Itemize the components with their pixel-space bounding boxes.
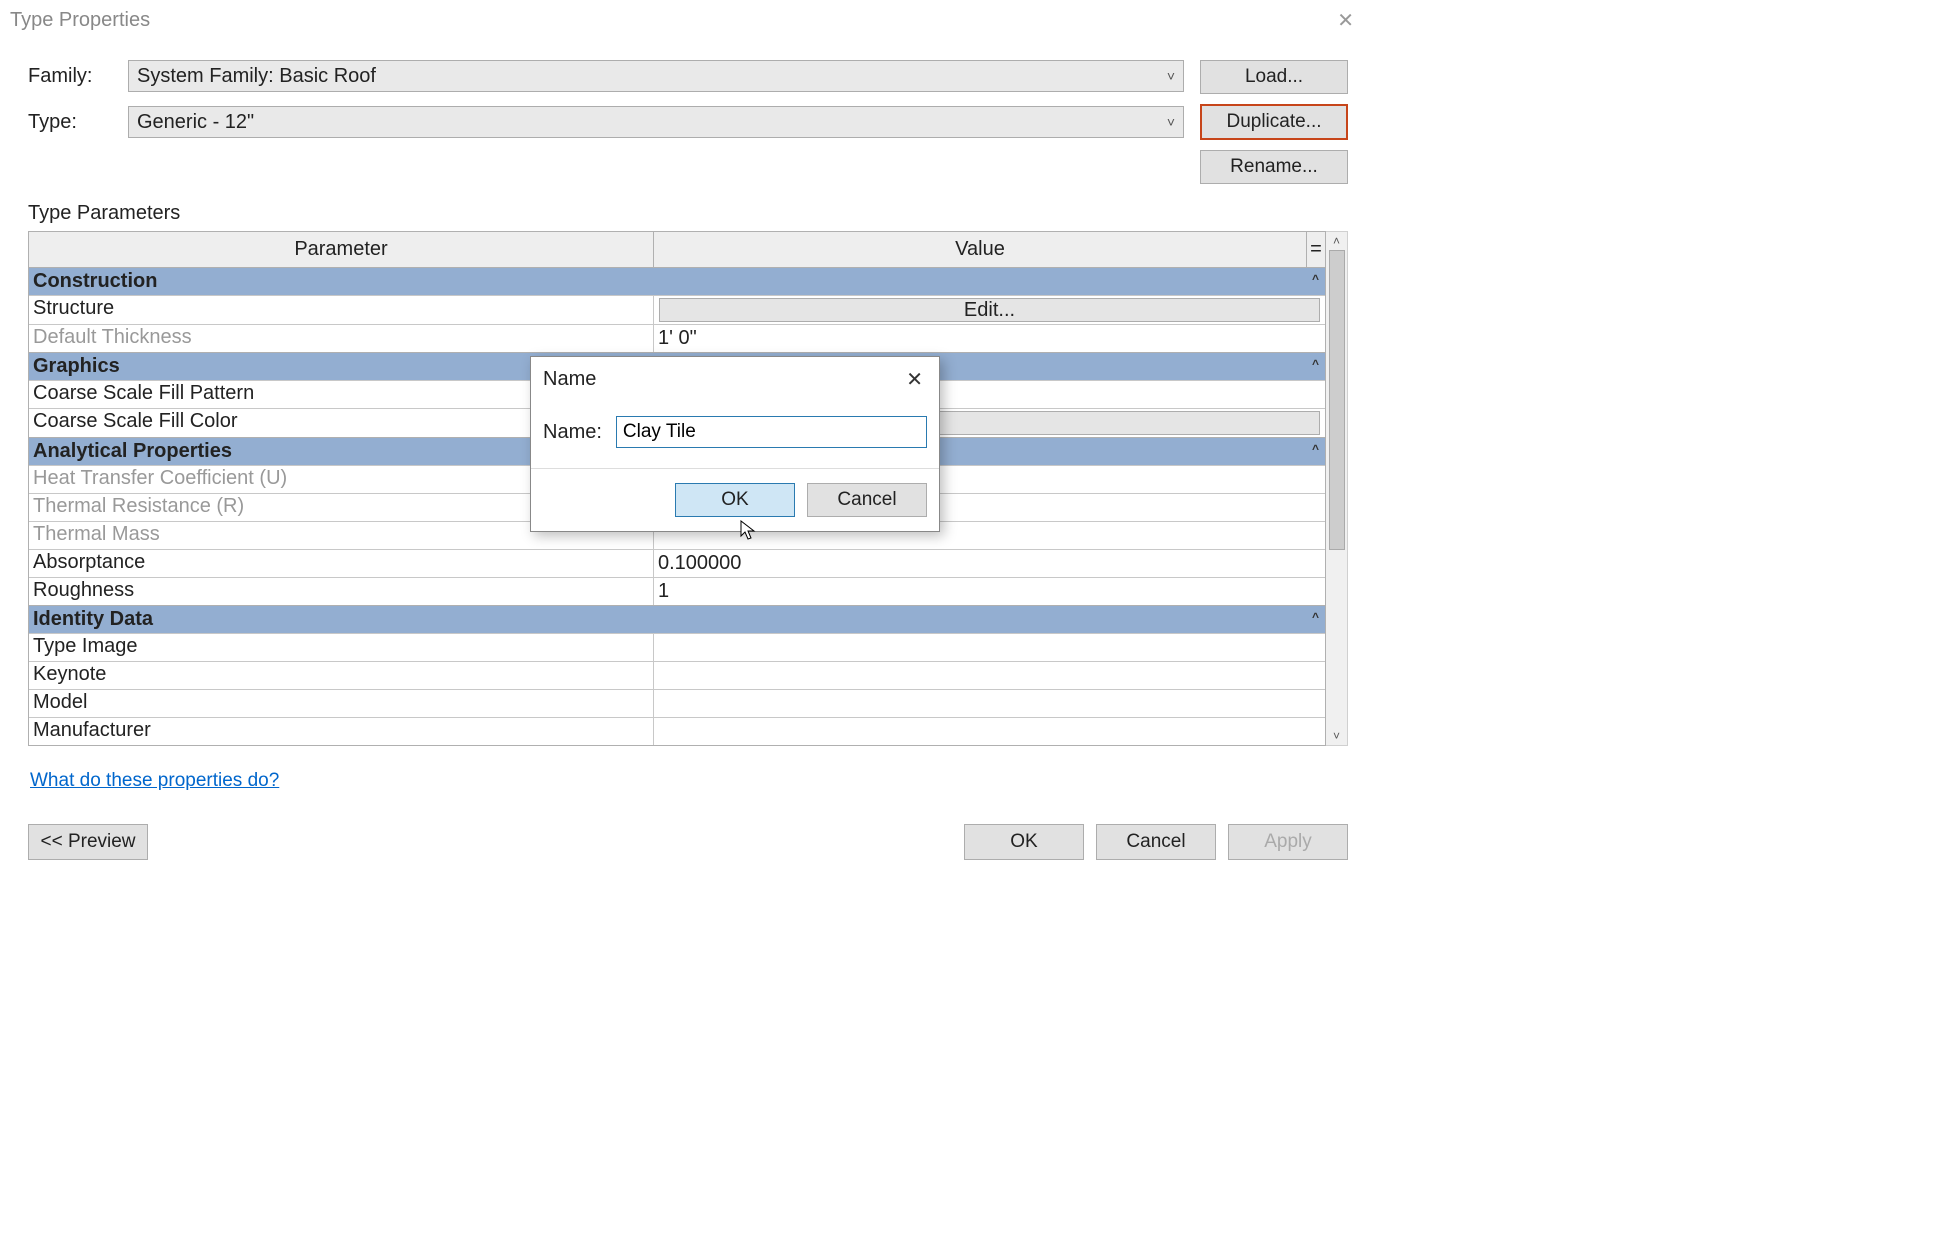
ok-button[interactable]: OK <box>964 824 1084 860</box>
param-name-cell: Default Thickness <box>29 325 654 352</box>
collapse-icon[interactable]: ^ <box>1312 442 1319 456</box>
col-header-parameter[interactable]: Parameter <box>29 232 654 267</box>
name-dialog: Name ✕ Name: OK Cancel <box>530 356 940 532</box>
param-name-cell: Type Image <box>29 634 654 661</box>
scroll-thumb[interactable] <box>1329 250 1345 550</box>
param-name-cell: Roughness <box>29 578 654 605</box>
table-row[interactable]: Manufacturer <box>29 717 1325 745</box>
preview-button[interactable]: << Preview <box>28 824 148 860</box>
family-combo[interactable]: System Family: Basic Roof ˅ <box>128 60 1184 92</box>
family-value: System Family: Basic Roof <box>137 65 376 88</box>
scroll-up-icon[interactable]: ˄ <box>1333 234 1340 248</box>
chevron-down-icon: ˅ <box>1167 68 1175 84</box>
type-value: Generic - 12" <box>137 111 254 134</box>
type-label: Type: <box>28 111 116 134</box>
col-header-value[interactable]: Value <box>654 232 1307 267</box>
close-icon[interactable]: ✕ <box>1329 4 1362 37</box>
name-input[interactable] <box>616 416 927 448</box>
param-value-cell[interactable] <box>654 634 1325 661</box>
cancel-button[interactable]: Cancel <box>1096 824 1216 860</box>
table-row[interactable]: Keynote <box>29 661 1325 689</box>
param-value-cell[interactable]: Edit... <box>654 296 1325 324</box>
table-row[interactable]: Absorptance0.100000 <box>29 549 1325 577</box>
dialog-close-icon[interactable]: ✕ <box>902 367 927 392</box>
param-name-cell: Absorptance <box>29 550 654 577</box>
param-name-cell: Model <box>29 690 654 717</box>
family-label: Family: <box>28 65 116 88</box>
param-value-cell[interactable]: 1' 0" <box>654 325 1325 352</box>
table-row[interactable]: Model <box>29 689 1325 717</box>
param-value-cell[interactable]: 1 <box>654 578 1325 605</box>
param-name-cell: Structure <box>29 296 654 324</box>
col-header-equals[interactable]: = <box>1307 232 1325 267</box>
collapse-icon[interactable]: ^ <box>1312 272 1319 286</box>
collapse-icon[interactable]: ^ <box>1312 357 1319 371</box>
table-row[interactable]: Roughness1 <box>29 577 1325 605</box>
param-value-cell[interactable] <box>654 718 1325 745</box>
load-button[interactable]: Load... <box>1200 60 1348 94</box>
title-bar: Type Properties ✕ <box>0 0 1372 42</box>
help-link[interactable]: What do these properties do? <box>30 770 279 792</box>
vertical-scrollbar[interactable]: ˄ ˅ <box>1326 231 1348 746</box>
param-value-cell[interactable] <box>654 662 1325 689</box>
chevron-down-icon: ˅ <box>1167 114 1175 130</box>
collapse-icon[interactable]: ^ <box>1312 610 1319 624</box>
dialog-ok-button[interactable]: OK <box>675 483 795 517</box>
type-combo[interactable]: Generic - 12" ˅ <box>128 106 1184 138</box>
param-name-cell: Manufacturer <box>29 718 654 745</box>
table-row[interactable]: StructureEdit... <box>29 295 1325 324</box>
group-header[interactable]: Identity Data^ <box>29 605 1325 633</box>
apply-button[interactable]: Apply <box>1228 824 1348 860</box>
name-field-label: Name: <box>543 421 602 444</box>
dialog-title: Name <box>543 368 596 391</box>
type-parameters-label: Type Parameters <box>28 202 1348 225</box>
param-name-cell: Keynote <box>29 662 654 689</box>
table-row[interactable]: Type Image <box>29 633 1325 661</box>
scroll-down-icon[interactable]: ˅ <box>1333 729 1340 743</box>
table-row[interactable]: Default Thickness1' 0" <box>29 324 1325 352</box>
dialog-cancel-button[interactable]: Cancel <box>807 483 927 517</box>
param-value-cell[interactable] <box>654 690 1325 717</box>
window-title: Type Properties <box>10 9 150 32</box>
edit-button[interactable]: Edit... <box>659 298 1320 322</box>
param-value-cell[interactable]: 0.100000 <box>654 550 1325 577</box>
duplicate-button[interactable]: Duplicate... <box>1200 104 1348 140</box>
group-header[interactable]: Construction^ <box>29 268 1325 295</box>
rename-button[interactable]: Rename... <box>1200 150 1348 184</box>
